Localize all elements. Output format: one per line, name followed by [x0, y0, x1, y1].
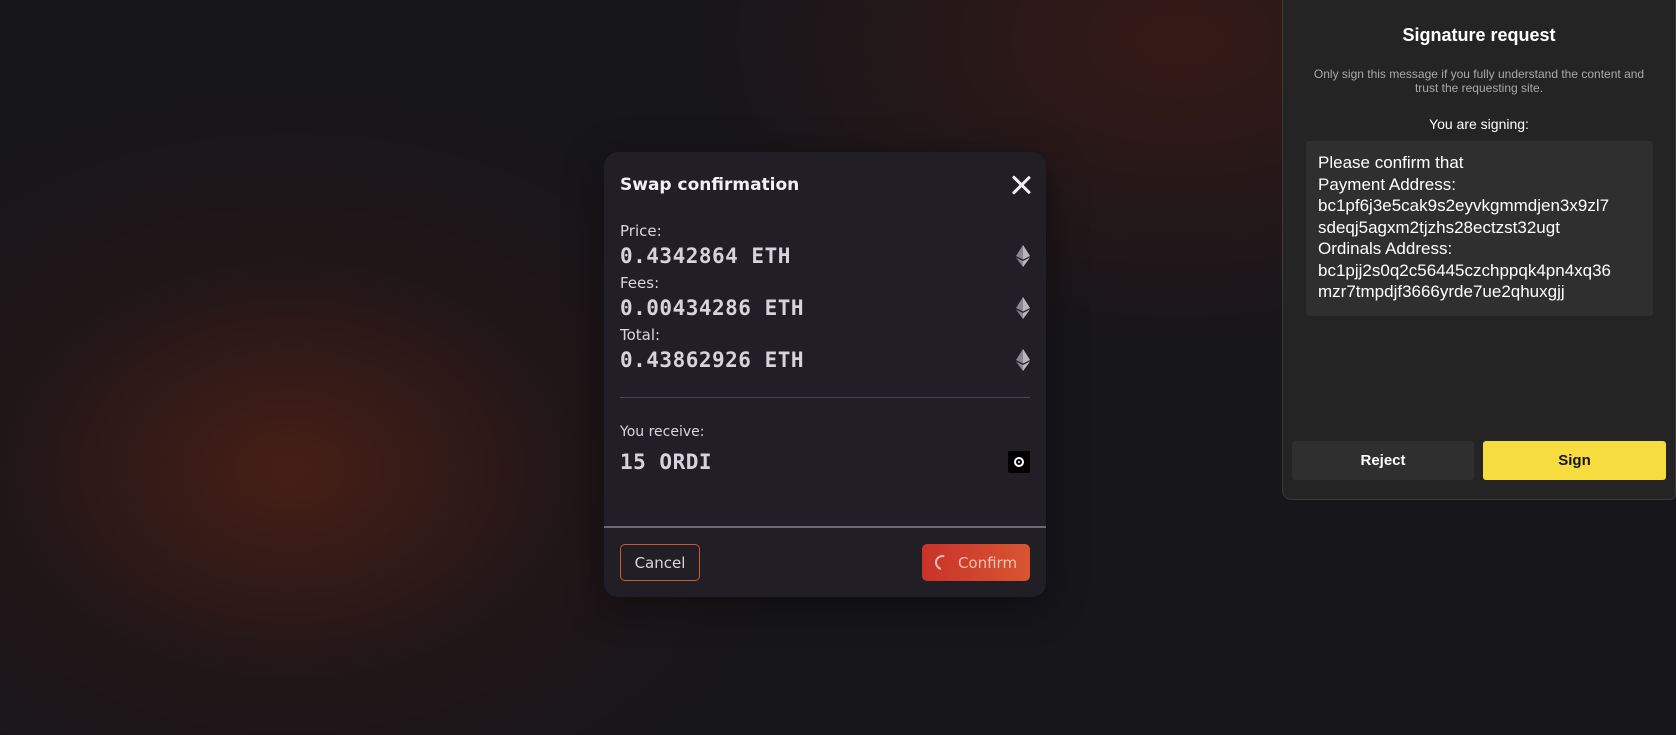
- signature-title: Signature request: [1402, 25, 1556, 45]
- message-line: Please confirm that: [1318, 153, 1464, 172]
- message-line: Ordinals Address:: [1318, 239, 1453, 258]
- loading-spinner-icon: [932, 552, 953, 573]
- confirm-label: Confirm: [957, 553, 1018, 572]
- total-row: Total: 0.43862926 ETH: [620, 326, 1030, 372]
- price-row: Price: 0.4342864 ETH: [620, 222, 1030, 268]
- ethereum-icon: [1016, 245, 1030, 267]
- total-value: 0.43862926 ETH: [620, 348, 805, 372]
- signature-warning: Only sign this message if you fully unde…: [1313, 67, 1645, 95]
- price-value: 0.4342864 ETH: [620, 244, 791, 268]
- signature-message: Please confirm that Payment Address: bc1…: [1306, 141, 1653, 316]
- receive-row: 15 ORDI: [620, 450, 1030, 474]
- message-line: Payment Address:: [1318, 174, 1456, 194]
- message-line: sdeqj5agxm2tjzhs28ectzst32ugt: [1318, 217, 1560, 237]
- swap-confirmation-modal: Swap confirmation Price: 0.4342864 ETH F…: [604, 152, 1046, 597]
- message-line: bc1pjj2s0q2c56445czchppqk4pn4xq36: [1318, 260, 1612, 280]
- reject-button[interactable]: Reject: [1292, 441, 1474, 480]
- signing-label: You are signing:: [1429, 116, 1529, 132]
- confirm-button[interactable]: Confirm: [922, 544, 1030, 581]
- message-line: mzr7tmpdjf3666yrde7ue2qhuxgjj: [1318, 282, 1565, 301]
- close-icon[interactable]: [1010, 174, 1032, 196]
- divider: [620, 397, 1030, 398]
- modal-title: Swap confirmation: [620, 175, 800, 195]
- signature-request-panel: Signature request Only sign this message…: [1282, 0, 1676, 500]
- message-line: bc1pf6j3e5cak9s2eyvkgmmdjen3x9zl7: [1318, 196, 1610, 215]
- receive-value: 15 ORDI: [620, 450, 713, 474]
- price-label: Price:: [620, 222, 662, 240]
- fees-row: Fees: 0.00434286 ETH: [620, 274, 1030, 320]
- ethereum-icon: [1016, 297, 1030, 319]
- modal-header: Swap confirmation: [620, 170, 1032, 200]
- ordi-token-icon: [1008, 451, 1030, 473]
- footer-divider: [604, 526, 1046, 528]
- receive-label: You receive:: [620, 424, 705, 440]
- sign-button[interactable]: Sign: [1483, 441, 1666, 480]
- cancel-button[interactable]: Cancel: [620, 544, 700, 581]
- fees-value: 0.00434286 ETH: [620, 296, 805, 320]
- ethereum-icon: [1016, 349, 1030, 371]
- total-label: Total:: [620, 326, 661, 344]
- fees-label: Fees:: [620, 274, 660, 292]
